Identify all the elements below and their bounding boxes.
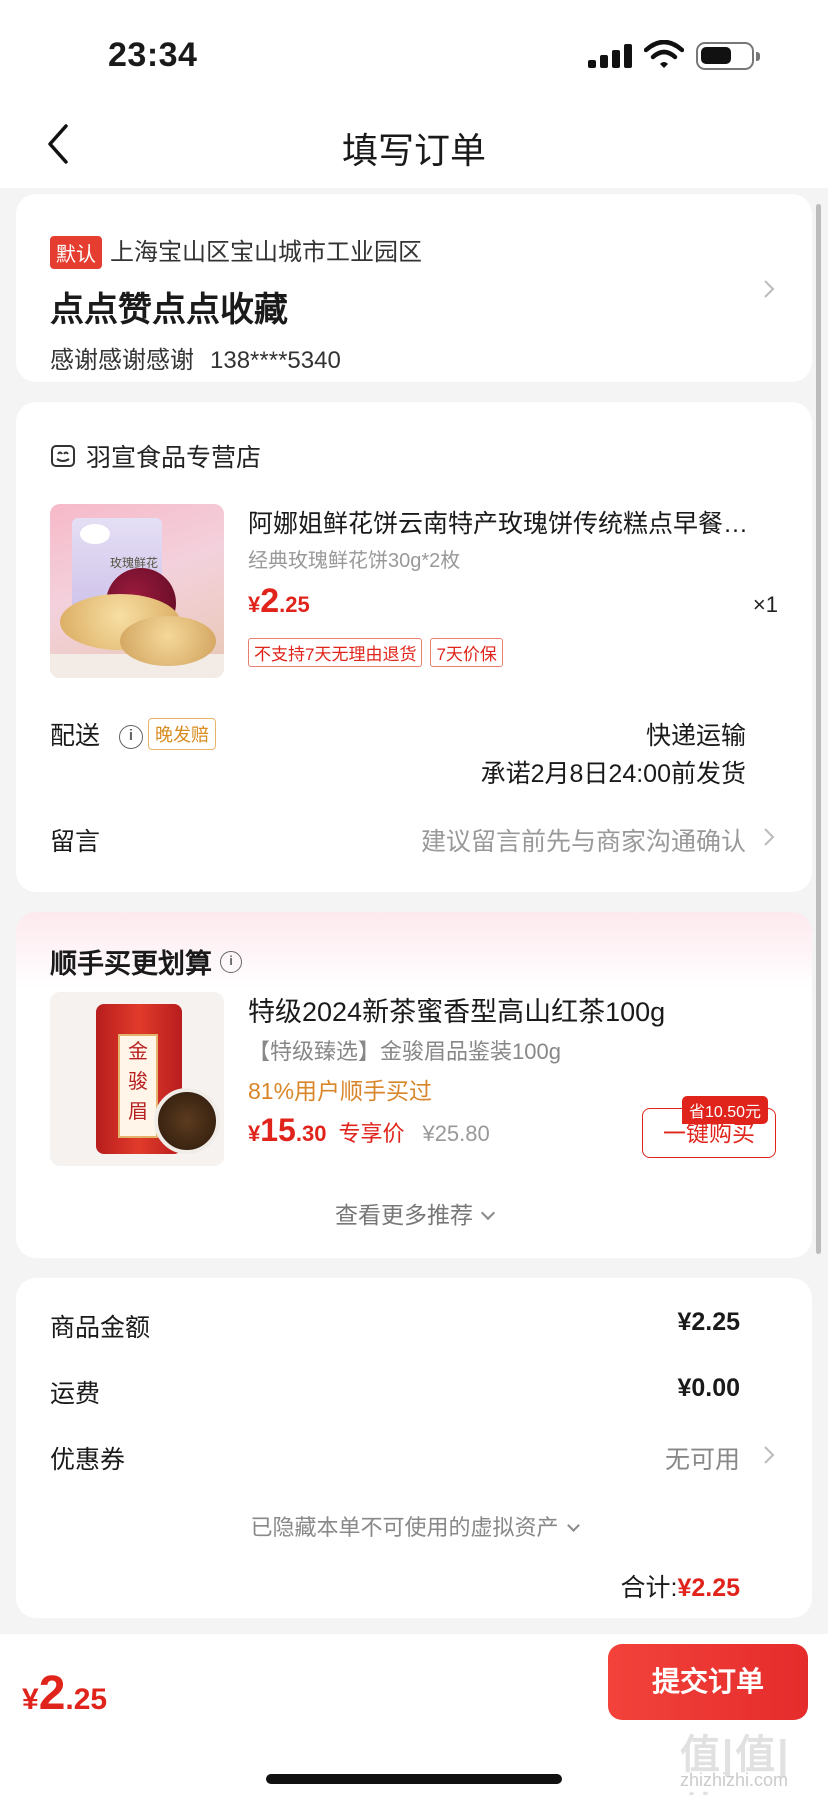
- coupon-value[interactable]: 无可用: [665, 1440, 740, 1476]
- chevron-right-icon: [764, 828, 775, 846]
- more-recommendations-button[interactable]: 查看更多推荐: [16, 1196, 812, 1230]
- save-badge: 省10.50元: [682, 1096, 769, 1124]
- watermark-url: zhizhizhi.com: [680, 1770, 789, 1790]
- default-address-badge: 默认: [50, 236, 102, 269]
- info-icon[interactable]: i: [118, 725, 143, 750]
- address-region: 上海宝山区宝山城市工业园区: [110, 239, 422, 266]
- hidden-assets-toggle[interactable]: 已隐藏本单不可使用的虚拟资产: [16, 1510, 812, 1542]
- store-name: 羽宣食品专营店: [86, 444, 262, 472]
- address-card[interactable]: 默认 上海宝山区宝山城市工业园区 点点赞点点收藏 感谢感谢感谢 138****53…: [16, 194, 812, 382]
- status-bar: 23:34: [0, 0, 828, 100]
- recommendation-card: 顺手买更划算 i 金骏眉 特级2024新茶蜜香型高山红茶100g 【特级臻选】金…: [16, 912, 812, 1258]
- receiver-phone: 138****5340: [210, 347, 341, 374]
- cellular-signal-icon: [588, 44, 632, 68]
- battery-icon: [696, 42, 760, 70]
- submit-order-button[interactable]: 提交订单: [608, 1644, 808, 1720]
- coupon-label: 优惠券: [50, 1446, 126, 1474]
- total-value: ¥2.25: [677, 1574, 740, 1602]
- store-row[interactable]: 羽宣食品专营店: [50, 438, 261, 474]
- chevron-down-icon: [566, 1519, 580, 1532]
- goods-amount-label: 商品金额: [50, 1314, 151, 1342]
- address-detail: 点点赞点点收藏: [50, 291, 288, 329]
- recommendation-sub: 【特级臻选】金骏眉品鉴装100g: [248, 1039, 561, 1064]
- product-tags: 不支持7天无理由退货 7天价保: [248, 638, 511, 667]
- exclusive-price-label: 专享价: [338, 1121, 405, 1146]
- store-icon: [51, 445, 75, 467]
- recommendation-bought: 81%用户顺手买过: [248, 1078, 433, 1104]
- chevron-right-icon: [764, 1446, 775, 1464]
- price-protect-tag: 7天价保: [430, 638, 503, 667]
- total-line: 合计:¥2.25: [620, 1574, 740, 1602]
- delivery-method: 快递运输: [645, 722, 746, 750]
- delivery-label: 配送 i: [50, 716, 143, 752]
- goods-amount-value: ¥2.25: [677, 1308, 740, 1336]
- product-title[interactable]: 阿娜姐鲜花饼云南特产玫瑰饼传统糕点早餐…: [248, 504, 772, 540]
- bottom-bar: ¥2.25 提交订单 值|值|值 zhizhizhi.com: [0, 1634, 828, 1795]
- recommendation-price: ¥15.30 专享价 ¥25.80: [248, 1112, 490, 1148]
- product-quantity: ×1: [752, 592, 778, 617]
- order-card: 羽宣食品专营店 玫瑰鲜花 阿娜姐鲜花饼云南特产玫瑰饼传统糕点早餐… 经典玫瑰鲜花…: [16, 402, 812, 892]
- bottom-total-price: ¥2.25: [22, 1667, 108, 1720]
- wifi-icon: [644, 40, 684, 68]
- message-input[interactable]: 建议留言前先与商家沟通确认: [421, 822, 746, 858]
- original-price: ¥25.80: [422, 1121, 490, 1146]
- home-indicator[interactable]: [266, 1774, 562, 1784]
- receiver-name: 感谢感谢感谢: [50, 347, 194, 374]
- shipping-label: 运费: [50, 1380, 101, 1408]
- late-shipment-badge: 晚发赔: [148, 718, 216, 750]
- no-return-tag: 不支持7天无理由退货: [248, 638, 423, 667]
- shipping-value: ¥0.00: [677, 1374, 740, 1402]
- message-label: 留言: [50, 828, 101, 856]
- page-title: 填写订单: [341, 130, 486, 171]
- product-price: ¥2.25: [248, 582, 310, 620]
- product-spec: 经典玫瑰鲜花饼30g*2枚: [248, 550, 461, 572]
- address-contact: 感谢感谢感谢 138****5340: [50, 340, 341, 375]
- chevron-down-icon: [480, 1205, 496, 1221]
- info-icon[interactable]: i: [220, 950, 242, 973]
- nav-bar: 填写订单: [0, 100, 828, 188]
- summary-card: 商品金额 ¥2.25 运费 ¥0.00 优惠券 无可用 已隐藏本单不可使用的虚拟…: [16, 1278, 812, 1618]
- recommendation-name[interactable]: 特级2024新茶蜜香型高山红茶100g: [248, 990, 665, 1029]
- status-time: 23:34: [108, 36, 198, 74]
- delivery-promise: 承诺2月8日24:00前发货: [480, 760, 746, 788]
- chevron-right-icon: [764, 280, 775, 298]
- scrollbar[interactable]: [816, 204, 821, 1254]
- recommendation-title: 顺手买更划算 i: [50, 942, 242, 981]
- tea-product-image[interactable]: 金骏眉: [50, 992, 224, 1166]
- product-image[interactable]: 玫瑰鲜花: [50, 504, 224, 678]
